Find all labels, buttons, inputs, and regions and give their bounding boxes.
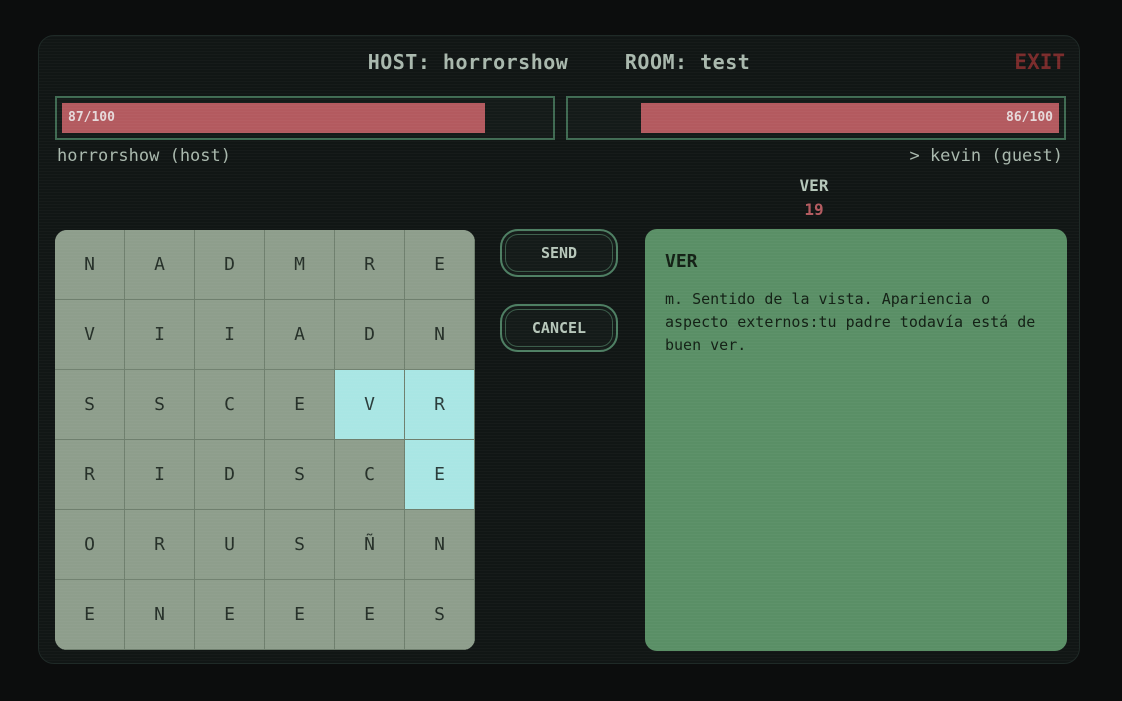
letter-tile[interactable]: I [125, 440, 195, 510]
letter-tile[interactable]: S [125, 370, 195, 440]
current-word: VER [799, 176, 829, 195]
letter-tile[interactable]: R [125, 510, 195, 580]
letter-tile[interactable]: V [335, 370, 405, 440]
letter-tile[interactable]: E [335, 580, 405, 650]
letter-tile[interactable]: E [265, 370, 335, 440]
letter-tile[interactable]: D [195, 440, 265, 510]
guest-health-text: 86/100 [1006, 110, 1053, 125]
host-health-bar: 87/100 [55, 96, 555, 140]
host-label: HOST: horrorshow [367, 50, 569, 74]
letter-tile[interactable]: E [265, 580, 335, 650]
guest-health-bar: 86/100 [566, 96, 1066, 140]
letter-tile[interactable]: V [55, 300, 125, 370]
letter-tile[interactable]: Ñ [335, 510, 405, 580]
definition-word: VER [665, 251, 698, 272]
letter-tile[interactable]: E [195, 580, 265, 650]
header: HOST: horrorshow ROOM: test [39, 50, 1079, 78]
letter-tile[interactable]: I [195, 300, 265, 370]
letter-tile[interactable]: N [405, 510, 475, 580]
letter-tile[interactable]: S [265, 440, 335, 510]
letter-tile[interactable]: S [405, 580, 475, 650]
letter-tile[interactable]: N [55, 230, 125, 300]
exit-button[interactable]: EXIT [1014, 50, 1065, 74]
host-health-text: 87/100 [68, 110, 115, 125]
cancel-button[interactable]: CANCEL [500, 304, 618, 352]
host-health-fill [62, 103, 485, 133]
letter-tile[interactable]: I [125, 300, 195, 370]
letter-tile[interactable]: U [195, 510, 265, 580]
letter-tile[interactable]: S [265, 510, 335, 580]
letter-tile[interactable]: C [335, 440, 405, 510]
game-panel: HOST: horrorshow ROOM: test EXIT 87/100 … [38, 35, 1080, 664]
letter-tile[interactable]: E [405, 230, 475, 300]
current-word-score: 19 [804, 200, 824, 219]
letter-tile[interactable]: R [335, 230, 405, 300]
letter-tile[interactable]: A [265, 300, 335, 370]
letter-tile[interactable]: N [405, 300, 475, 370]
guest-health-fill [641, 103, 1059, 133]
letter-tile[interactable]: M [265, 230, 335, 300]
letter-tile[interactable]: E [405, 440, 475, 510]
letter-tile[interactable]: E [55, 580, 125, 650]
letter-tile[interactable]: R [55, 440, 125, 510]
host-player-name: horrorshow (host) [57, 146, 231, 166]
send-button[interactable]: SEND [500, 229, 618, 277]
letter-tile[interactable]: N [125, 580, 195, 650]
letter-grid: NADMREVIIADNSSCEVRRIDSCEORUSÑNENEEES [55, 230, 475, 650]
letter-tile[interactable]: R [405, 370, 475, 440]
letter-tile[interactable]: A [125, 230, 195, 300]
letter-tile[interactable]: D [335, 300, 405, 370]
room-label: ROOM: test [624, 50, 751, 74]
definition-panel: VER m. Sentido de la vista. Apariencia o… [645, 229, 1067, 651]
guest-player-name: > kevin (guest) [909, 146, 1063, 166]
letter-tile[interactable]: D [195, 230, 265, 300]
letter-tile[interactable]: S [55, 370, 125, 440]
letter-tile[interactable]: C [195, 370, 265, 440]
definition-text: m. Sentido de la vista. Apariencia o asp… [665, 290, 1036, 354]
letter-tile[interactable]: O [55, 510, 125, 580]
